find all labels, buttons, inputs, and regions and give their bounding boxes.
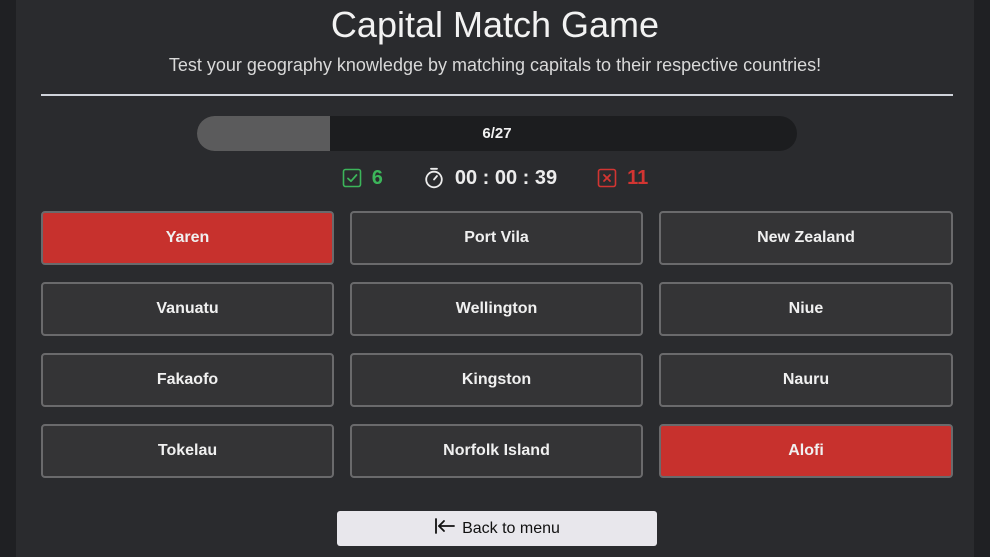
progress-label: 6/27	[482, 125, 512, 142]
check-square-icon	[342, 168, 362, 188]
answer-tile[interactable]: Niue	[659, 282, 953, 336]
wrong-stat: 11	[597, 167, 648, 190]
answer-tile[interactable]: Vanuatu	[41, 282, 334, 336]
answer-tile[interactable]: Tokelau	[41, 424, 334, 478]
stopwatch-icon	[423, 167, 445, 189]
answer-grid: Yaren Port Vila New Zealand Vanuatu Well…	[41, 211, 953, 478]
divider	[41, 94, 953, 96]
timer-value: 00 : 00 : 39	[454, 166, 558, 189]
game-panel: Capital Match Game Test your geography k…	[16, 0, 974, 557]
wrong-count: 11	[627, 166, 649, 189]
correct-count: 6	[371, 166, 383, 189]
progress-bar: 6/27	[197, 116, 797, 151]
answer-tile[interactable]: Nauru	[659, 353, 953, 407]
stats-row: 6 00 : 00 : 39 11	[16, 164, 974, 192]
page-title: Capital Match Game	[330, 4, 660, 45]
answer-tile[interactable]: New Zealand	[659, 211, 953, 265]
back-to-menu-button[interactable]: Back to menu	[337, 511, 657, 546]
correct-stat: 6	[342, 167, 383, 190]
answer-tile[interactable]: Yaren	[41, 211, 334, 265]
answer-tile[interactable]: Norfolk Island	[350, 424, 643, 478]
back-to-menu-label: Back to menu	[462, 519, 560, 537]
timer-stat: 00 : 00 : 39	[423, 167, 557, 190]
answer-tile[interactable]: Wellington	[350, 282, 643, 336]
answer-tile[interactable]: Kingston	[350, 353, 643, 407]
arrow-left-to-bar-icon	[434, 517, 456, 540]
x-square-icon	[597, 168, 617, 188]
answer-tile[interactable]: Port Vila	[350, 211, 643, 265]
answer-tile[interactable]: Alofi	[659, 424, 953, 478]
answer-tile[interactable]: Fakaofo	[41, 353, 334, 407]
page-subtitle: Test your geography knowledge by matchin…	[168, 55, 822, 75]
